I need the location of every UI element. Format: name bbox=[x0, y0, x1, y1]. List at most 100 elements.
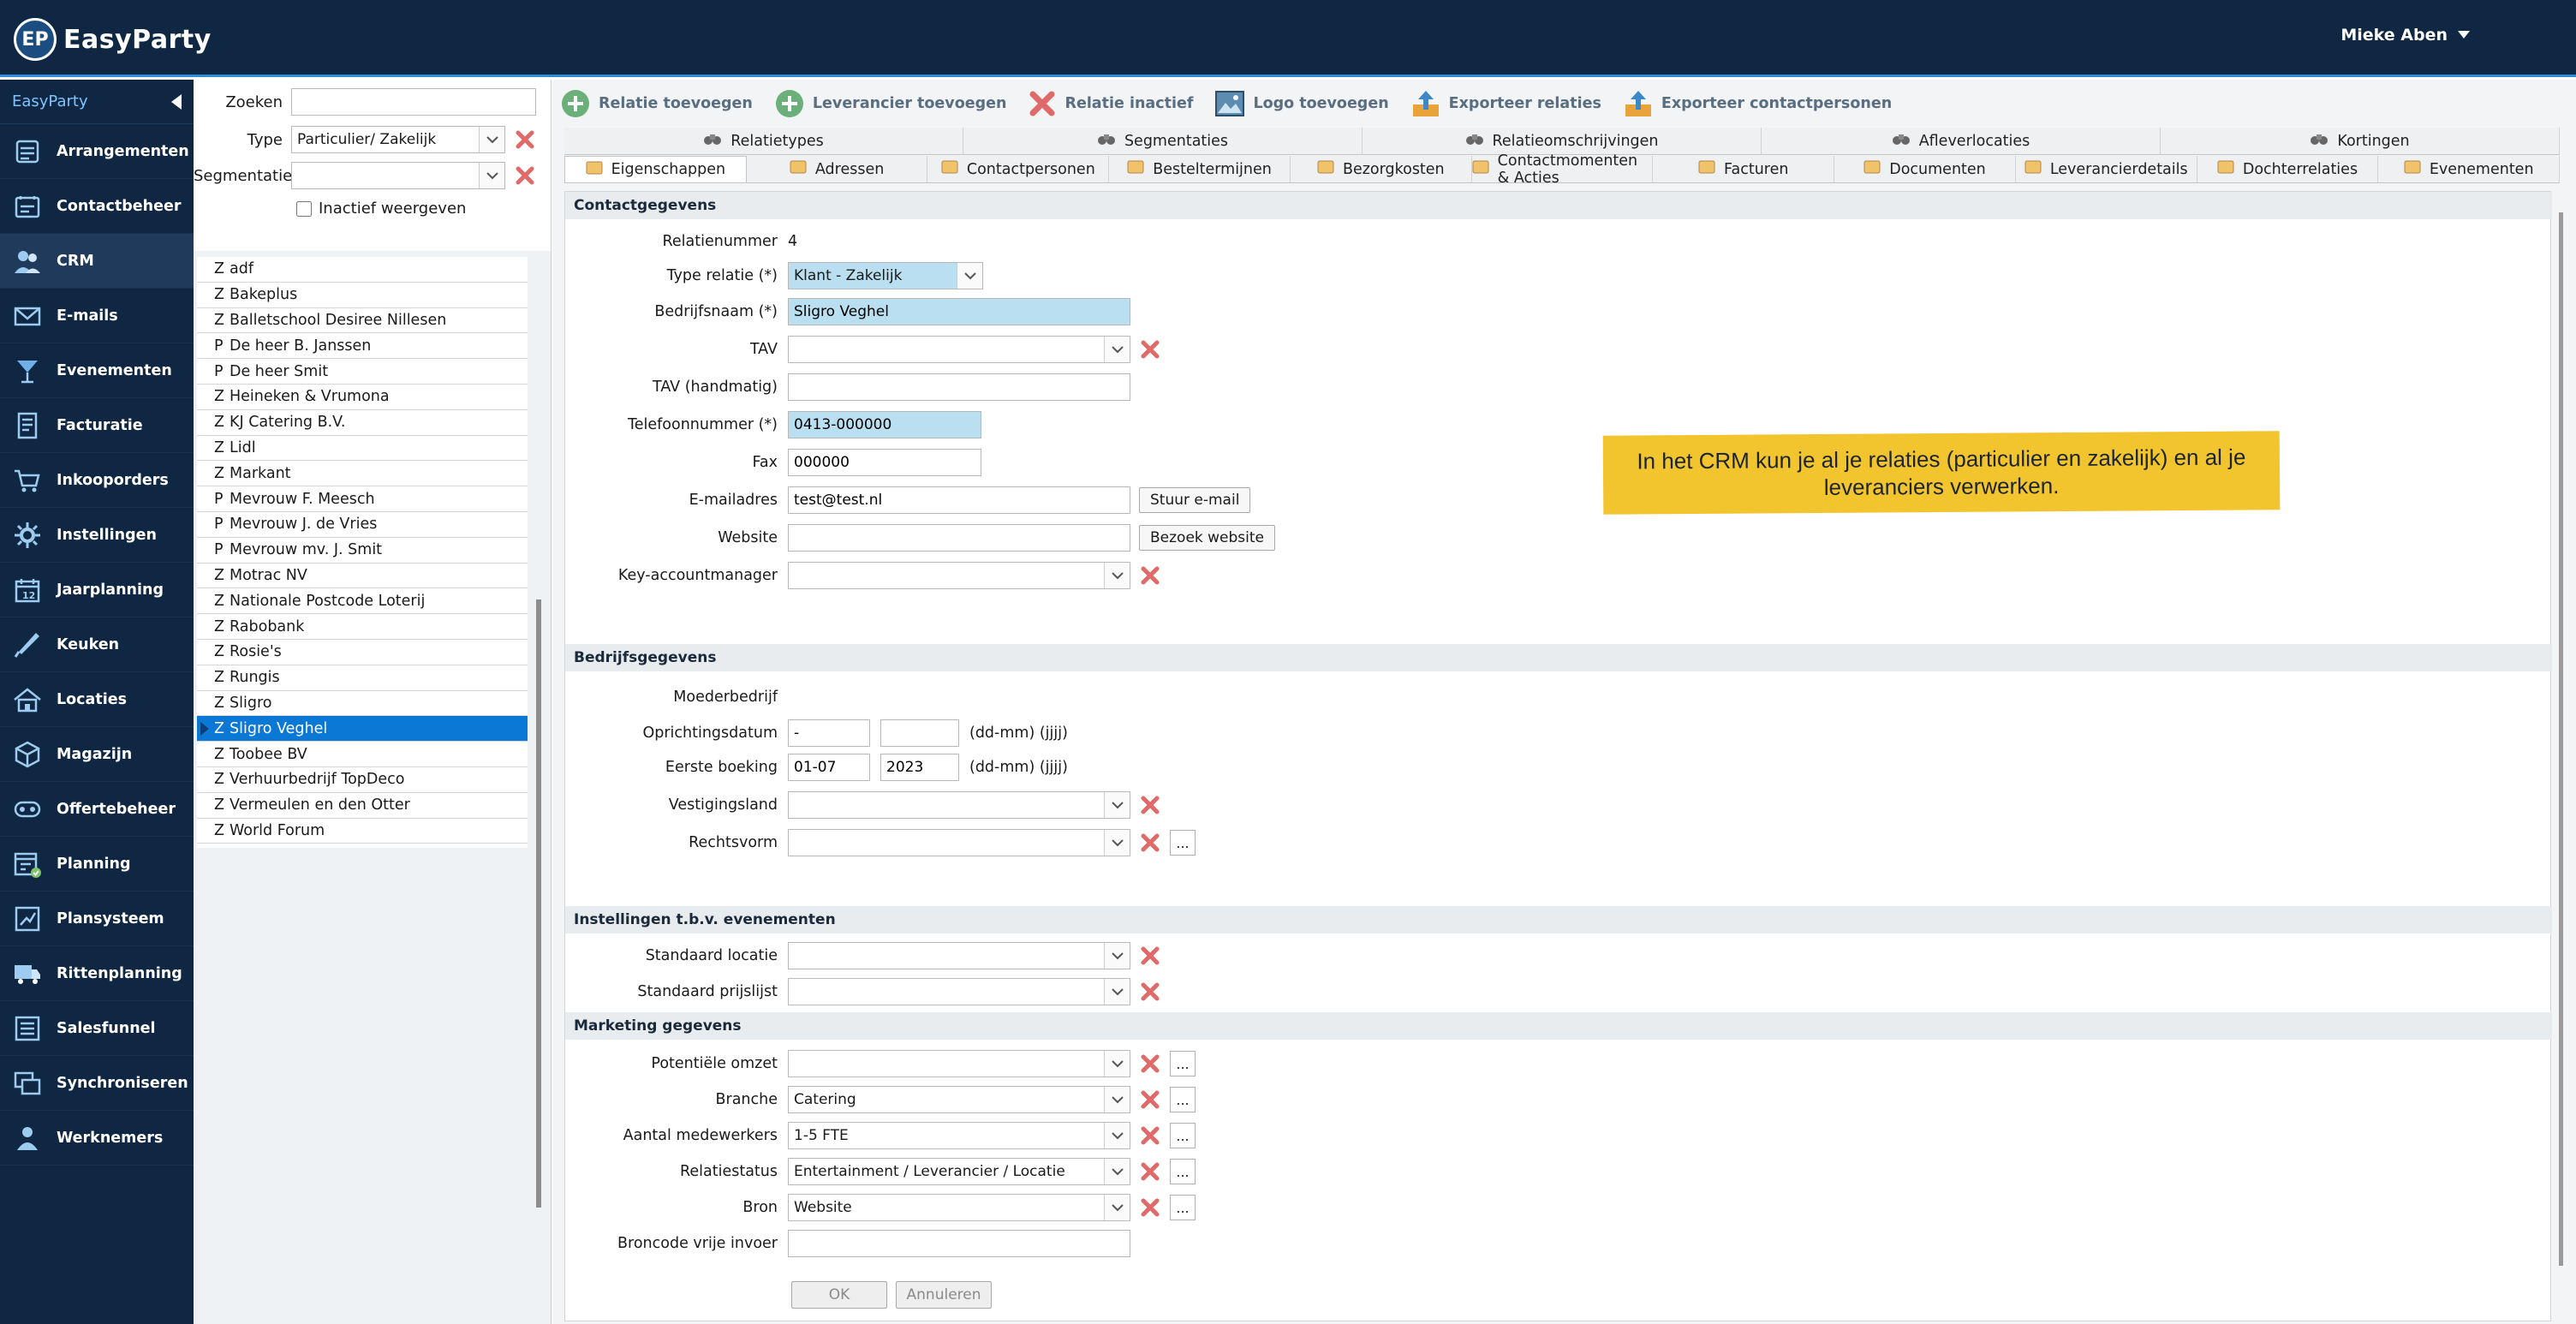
sidebar-item-salesfunnel[interactable]: Salesfunnel bbox=[0, 1001, 194, 1056]
sidebar-item-plansysteem[interactable]: Plansysteem bbox=[0, 892, 194, 946]
phone-input[interactable] bbox=[788, 411, 981, 438]
website-input[interactable] bbox=[788, 524, 1130, 552]
list-item[interactable]: Z Verhuurbedrijf TopDeco bbox=[197, 767, 528, 793]
clear-relation-status-icon[interactable] bbox=[1139, 1160, 1161, 1183]
add-logo-button[interactable]: Logo toevoegen bbox=[1215, 91, 1389, 116]
list-item[interactable]: Z Rabobank bbox=[197, 614, 528, 640]
sidebar-item-locaties[interactable]: Locaties bbox=[0, 672, 194, 727]
employees-count-select[interactable]: 1-5 FTE bbox=[788, 1122, 1130, 1149]
branch-more-button[interactable]: ... bbox=[1170, 1087, 1196, 1112]
sidebar-item-inkooporders[interactable]: Inkooporders bbox=[0, 453, 194, 508]
sidebar-item-planning[interactable]: Planning bbox=[0, 837, 194, 892]
list-item[interactable]: Z Balletschool Desiree Nillesen bbox=[197, 308, 528, 334]
email-input[interactable] bbox=[788, 486, 1130, 514]
list-item[interactable]: Z Sligro bbox=[197, 691, 528, 717]
main-scrollbar[interactable] bbox=[2559, 212, 2563, 1266]
sidebar-item-crm[interactable]: CRM bbox=[0, 234, 194, 289]
list-item[interactable]: Z Vermeulen en den Otter bbox=[197, 793, 528, 819]
tab-bezorgkosten[interactable]: Bezorgkosten bbox=[1291, 156, 1472, 182]
sidebar-item-synchroniseren[interactable]: Synchroniseren bbox=[0, 1056, 194, 1111]
export-relations-button[interactable]: Exporteer relaties bbox=[1411, 89, 1601, 118]
tab-facturen[interactable]: Facturen bbox=[1653, 156, 1835, 182]
tav-select[interactable] bbox=[788, 336, 1130, 363]
sidebar-item-instellingen[interactable]: Instellingen bbox=[0, 508, 194, 563]
relation-status-select[interactable]: Entertainment / Leverancier / Locatie bbox=[788, 1158, 1130, 1185]
source-more-button[interactable]: ... bbox=[1170, 1195, 1196, 1220]
user-menu[interactable]: Mieke Aben bbox=[2340, 26, 2470, 45]
default-pricelist-select[interactable] bbox=[788, 978, 1130, 1005]
list-item[interactable]: Z Nationale Postcode Loterij bbox=[197, 588, 528, 615]
clear-potential-revenue-icon[interactable] bbox=[1139, 1053, 1161, 1075]
add-supplier-button[interactable]: Leverancier toevoegen bbox=[775, 89, 1006, 118]
tab-documenten[interactable]: Documenten bbox=[1834, 156, 2016, 182]
list-item[interactable]: Zadf bbox=[197, 257, 528, 283]
visit-website-button[interactable]: Bezoek website bbox=[1139, 525, 1276, 551]
segmentation-select[interactable] bbox=[291, 162, 505, 189]
collapse-sidebar-icon[interactable] bbox=[171, 93, 182, 110]
list-item[interactable]: P De heer Smit bbox=[197, 359, 528, 385]
key-account-select[interactable] bbox=[788, 562, 1130, 589]
clear-key-account-icon[interactable] bbox=[1139, 564, 1161, 587]
list-item[interactable]: Z Bakeplus bbox=[197, 283, 528, 308]
list-scrollbar[interactable] bbox=[536, 599, 541, 1208]
sidebar-item-rittenplanning[interactable]: Rittenplanning bbox=[0, 946, 194, 1001]
relation-type-select[interactable]: Klant - Zakelijk bbox=[788, 262, 983, 289]
clear-source-icon[interactable] bbox=[1139, 1196, 1161, 1219]
sidebar-item-e-mails[interactable]: E-mails bbox=[0, 289, 194, 343]
clear-default-location-icon[interactable] bbox=[1139, 945, 1161, 967]
clear-legal-form-icon[interactable] bbox=[1139, 832, 1161, 854]
search-input[interactable] bbox=[291, 88, 536, 116]
first-booking-year-input[interactable] bbox=[880, 754, 959, 781]
app-logo[interactable]: EP EasyParty bbox=[14, 17, 212, 62]
tab-evenementen[interactable]: Evenementen bbox=[2378, 156, 2561, 182]
cancel-button[interactable]: Annuleren bbox=[896, 1281, 992, 1309]
list-item[interactable]: P Mevrouw J. de Vries bbox=[197, 512, 528, 538]
tab-segmentaties[interactable]: Segmentaties bbox=[963, 128, 1363, 154]
sidebar-item-jaarplanning[interactable]: 12 Jaarplanning bbox=[0, 563, 194, 617]
sidebar-item-werknemers[interactable]: Werknemers bbox=[0, 1111, 194, 1166]
list-item[interactable]: Z Rungis bbox=[197, 665, 528, 691]
list-item[interactable]: P Mevrouw mv. J. Smit bbox=[197, 538, 528, 564]
employees-count-more-button[interactable]: ... bbox=[1170, 1123, 1196, 1148]
list-item[interactable]: Z Markant bbox=[197, 461, 528, 487]
sidebar-item-facturatie[interactable]: Facturatie bbox=[0, 398, 194, 453]
potential-revenue-select[interactable] bbox=[788, 1050, 1130, 1077]
tab-relatietypes[interactable]: Relatietypes bbox=[564, 128, 963, 154]
list-item[interactable]: Z KJ Catering B.V. bbox=[197, 410, 528, 436]
send-email-button[interactable]: Stuur e-mail bbox=[1139, 487, 1251, 513]
branch-select[interactable]: Catering bbox=[788, 1086, 1130, 1113]
add-relation-button[interactable]: Relatie toevoegen bbox=[561, 89, 753, 118]
source-code-input[interactable] bbox=[788, 1230, 1130, 1257]
tab-contactmomenten-acties[interactable]: Contactmomenten & Acties bbox=[1472, 152, 1654, 187]
first-booking-daymonth-input[interactable] bbox=[788, 754, 870, 781]
inactive-checkbox[interactable] bbox=[296, 200, 312, 217]
tab-afleverlocaties[interactable]: Afleverlocaties bbox=[1762, 128, 2161, 154]
sidebar-item-contactbeheer[interactable]: Contactbeheer bbox=[0, 179, 194, 234]
relation-inactive-button[interactable]: Relatie inactief bbox=[1029, 90, 1193, 117]
tab-adressen[interactable]: Adressen bbox=[747, 156, 928, 182]
type-select[interactable]: Particulier/ Zakelijk bbox=[291, 126, 505, 153]
founding-year-input[interactable] bbox=[880, 719, 959, 747]
clear-branch-icon[interactable] bbox=[1139, 1088, 1161, 1111]
list-item[interactable]: Z Rosie's bbox=[197, 640, 528, 665]
sidebar-item-keuken[interactable]: Keuken bbox=[0, 617, 194, 672]
source-select[interactable]: Website bbox=[788, 1194, 1130, 1221]
list-item[interactable]: Z Motrac NV bbox=[197, 564, 528, 589]
fax-input[interactable] bbox=[788, 449, 981, 476]
default-location-select[interactable] bbox=[788, 942, 1130, 969]
potential-revenue-more-button[interactable]: ... bbox=[1170, 1051, 1196, 1076]
list-item[interactable]: Z Lidl bbox=[197, 436, 528, 462]
sidebar-item-arrangementen[interactable]: Arrangementen bbox=[0, 124, 194, 179]
list-item[interactable]: Z Toobee BV bbox=[197, 742, 528, 767]
relation-status-more-button[interactable]: ... bbox=[1170, 1159, 1196, 1184]
tab-besteltermijnen[interactable]: Besteltermijnen bbox=[1109, 156, 1291, 182]
tav-manual-input[interactable] bbox=[788, 373, 1130, 401]
clear-country-icon[interactable] bbox=[1139, 794, 1161, 816]
legal-form-select[interactable] bbox=[788, 829, 1130, 856]
tab-contactpersonen[interactable]: Contactpersonen bbox=[927, 156, 1110, 182]
sidebar-item-evenementen[interactable]: Evenementen bbox=[0, 343, 194, 398]
tab-dochterrelaties[interactable]: Dochterrelaties bbox=[2197, 156, 2379, 182]
list-item[interactable]: P Mevrouw F. Meesch bbox=[197, 486, 528, 512]
tab-relatieomschrijvingen[interactable]: Relatieomschrijvingen bbox=[1363, 128, 1762, 154]
sidebar-item-magazijn[interactable]: Magazijn bbox=[0, 727, 194, 782]
